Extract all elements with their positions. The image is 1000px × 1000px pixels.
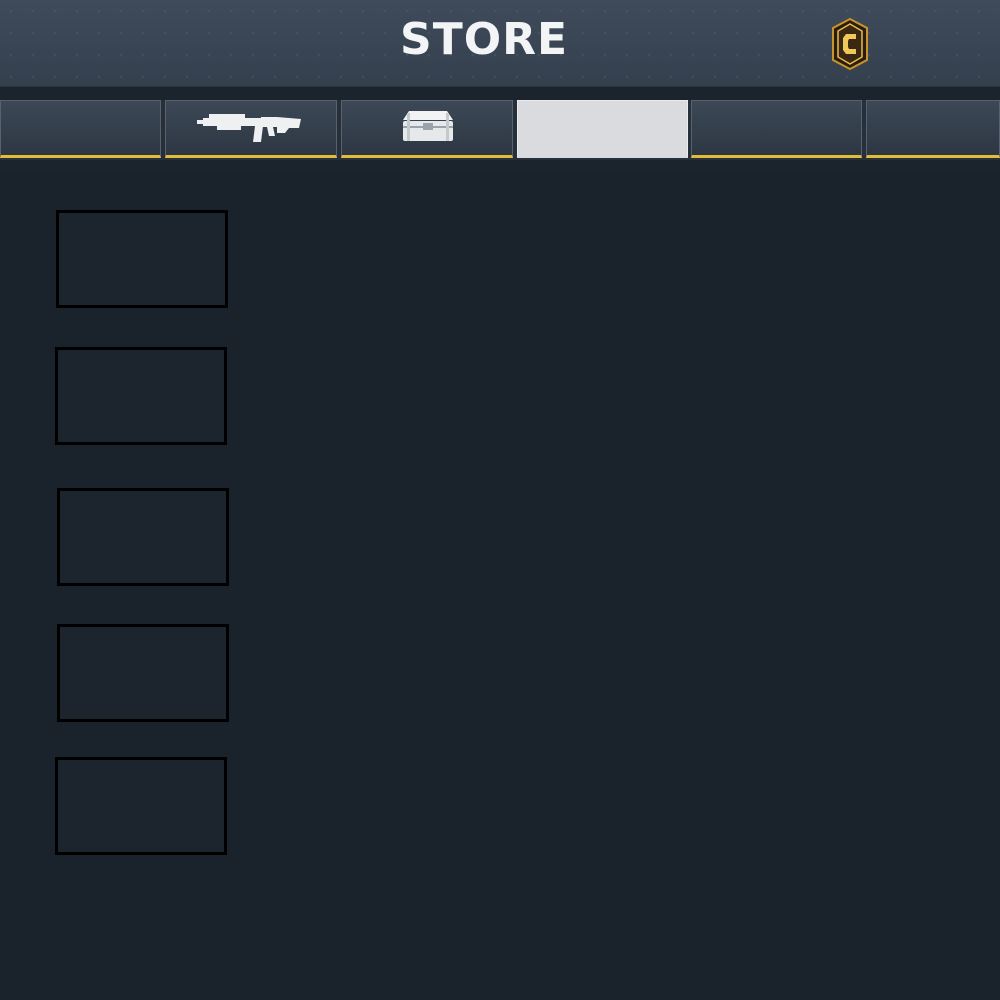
store-item-slot-2[interactable] <box>55 347 227 445</box>
page-title: STORE <box>400 14 569 65</box>
crate-icon <box>399 108 455 148</box>
tab-crates[interactable] <box>341 100 513 158</box>
store-header: STORE <box>0 0 1000 87</box>
assault-rifle-icon <box>197 106 305 150</box>
store-item-slot-4[interactable] <box>57 624 229 722</box>
store-item-slot-3[interactable] <box>57 488 229 586</box>
tab-6[interactable] <box>866 100 1000 158</box>
tab-1[interactable] <box>0 100 161 158</box>
store-item-slot-1[interactable] <box>56 210 228 308</box>
gold-hexagon-c-emblem-icon[interactable] <box>831 17 869 71</box>
tab-5[interactable] <box>691 100 862 158</box>
store-content-area <box>0 170 1000 1000</box>
tab-selected[interactable] <box>517 100 688 158</box>
store-item-slot-5[interactable] <box>55 757 227 855</box>
category-tab-bar <box>0 100 1000 160</box>
tab-weapons[interactable] <box>165 100 337 158</box>
